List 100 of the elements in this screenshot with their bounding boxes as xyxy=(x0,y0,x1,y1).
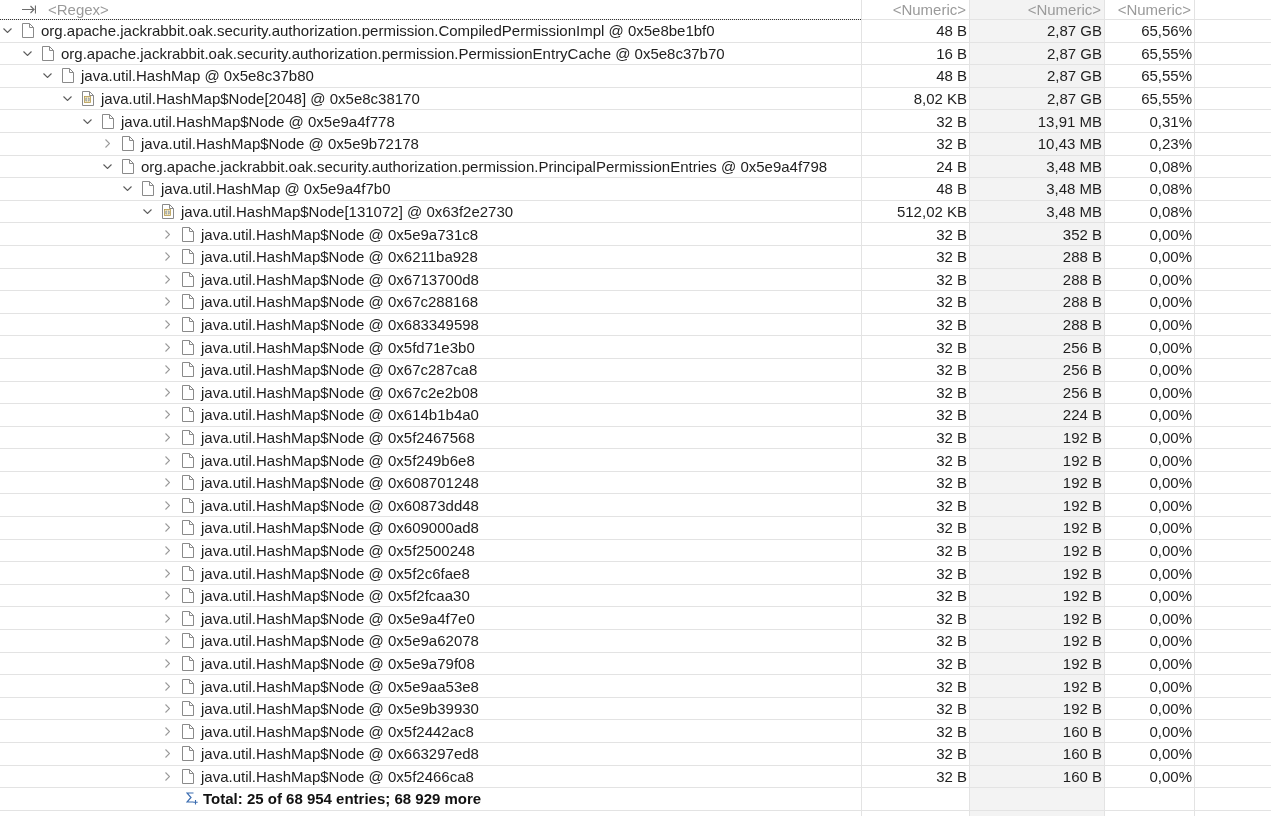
chevron-right-icon[interactable] xyxy=(164,704,170,714)
chevron-right-icon[interactable] xyxy=(164,636,170,646)
tree-item[interactable]: java.util.HashMap$Node[131072] @ 0x63f2e2730 xyxy=(181,203,514,221)
chevron-right-icon[interactable] xyxy=(164,342,170,352)
tree-item[interactable]: java.util.HashMap$Node @ 0x5e9b39930 xyxy=(201,700,479,718)
chevron-right-icon[interactable] xyxy=(164,320,170,329)
chevron-down-icon[interactable] xyxy=(102,163,112,169)
percentage-cell-text: 0,23% xyxy=(1148,134,1193,155)
retained-heap-cell-text: 13,91 MB xyxy=(1036,111,1103,132)
tree-item[interactable]: java.util.HashMap$Node @ 0x5e9a4f7e0 xyxy=(201,609,475,627)
tree-item[interactable]: java.util.HashMap$Node @ 0x5f2466ca8 xyxy=(201,767,474,785)
chevron-right-icon[interactable] xyxy=(164,591,170,601)
chevron-right-icon[interactable] xyxy=(164,613,170,623)
tree-item[interactable]: java.util.HashMap$Node @ 0x5e9a4f778 xyxy=(121,112,395,130)
chevron-right-icon[interactable] xyxy=(164,500,170,510)
tree-item[interactable]: org.apache.jackrabbit.oak.security.authorization.permission.CompiledPermissionImpl @ 0x5e8be1bf0 xyxy=(41,22,715,40)
tree-item[interactable]: java.util.HashMap$Node @ 0x67c287ca8 xyxy=(201,361,478,379)
chevron-right-icon[interactable] xyxy=(164,297,170,307)
tree-item[interactable]: java.util.HashMap$Node[2048] @ 0x5e8c38170 xyxy=(101,90,420,108)
shallow-heap-cell-text: 32 B xyxy=(935,247,968,268)
total-label[interactable]: Total: 25 of 68 954 entries; 68 929 more xyxy=(203,790,482,808)
tree-item[interactable]: java.util.HashMap$Node @ 0x6211ba928 xyxy=(201,248,478,266)
tree-item[interactable]: java.util.HashMap$Node @ 0x6713700d8 xyxy=(201,270,479,288)
percentage-cell-text: 0,08% xyxy=(1148,156,1193,177)
shallow-heap-cell-text: 32 B xyxy=(935,699,968,720)
tree-item[interactable]: java.util.HashMap$Node @ 0x67c2e2b08 xyxy=(201,383,479,401)
tree-item[interactable]: java.util.HashMap$Node @ 0x683349598 xyxy=(201,316,479,333)
tree-item[interactable]: java.util.HashMap$Node @ 0x5f2467568 xyxy=(201,429,475,446)
chevron-down-icon[interactable] xyxy=(142,209,152,215)
filter-field[interactable]: <Numeric> xyxy=(862,0,966,19)
filter-field[interactable]: <Regex> xyxy=(48,0,861,19)
array-document-icon xyxy=(82,91,94,107)
retained-heap-cell-text: 192 B xyxy=(1061,608,1103,629)
document-icon xyxy=(182,317,194,332)
tree-item[interactable]: java.util.HashMap$Node @ 0x614b1b4a0 xyxy=(201,406,479,424)
tree-item[interactable]: org.apache.jackrabbit.oak.security.authorization.permission.PrincipalPermissionEntries @ 0x5e9a4f798 xyxy=(141,157,828,175)
tree-item[interactable]: org.apache.jackrabbit.oak.security.authorization.permission.PermissionEntryCache @ 0x5e8c37b70 xyxy=(61,44,725,62)
shallow-heap-cell-text: 32 B xyxy=(935,473,968,494)
tree-item[interactable]: java.util.HashMap @ 0x5e8c37b80 xyxy=(81,67,314,85)
document-icon xyxy=(182,271,194,287)
tree-item[interactable]: java.util.HashMap$Node @ 0x608701248 xyxy=(201,474,479,492)
chevron-right-icon[interactable] xyxy=(164,274,170,284)
document-icon xyxy=(102,113,114,129)
tree-item[interactable]: java.util.HashMap$Node @ 0x5f2500248 xyxy=(201,541,475,559)
chevron-right-icon[interactable] xyxy=(164,229,170,239)
tree-item[interactable]: java.util.HashMap$Node @ 0x5e9a731c8 xyxy=(201,225,479,243)
chevron-down-icon[interactable] xyxy=(62,96,72,102)
percentage-cell-text: 0,00% xyxy=(1148,315,1193,335)
retained-heap-cell-text: 192 B xyxy=(1061,473,1103,494)
chevron-down-icon[interactable] xyxy=(82,118,92,124)
shallow-heap-cell-text: 8,02 KB xyxy=(912,89,968,110)
chevron-right-icon[interactable] xyxy=(164,365,170,375)
chevron-right-icon[interactable] xyxy=(164,568,170,578)
tree-item[interactable]: java.util.HashMap$Node @ 0x5f249b6e8 xyxy=(201,451,475,469)
retained-heap-cell-text: 256 B xyxy=(1061,337,1103,358)
tree-item[interactable]: java.util.HashMap$Node @ 0x5f2442ac8 xyxy=(201,722,474,740)
filter-field[interactable]: <Numeric> xyxy=(1105,0,1191,19)
chevron-right-icon[interactable] xyxy=(104,139,110,149)
tree-item[interactable]: java.util.HashMap$Node @ 0x5f2fcaa30 xyxy=(201,587,470,605)
chevron-right-icon[interactable] xyxy=(164,523,170,533)
chevron-right-icon[interactable] xyxy=(164,478,170,488)
shallow-heap-cell-text: 32 B xyxy=(935,653,968,674)
retained-heap-cell-text: 160 B xyxy=(1061,744,1103,765)
percentage-cell-text: 0,00% xyxy=(1148,744,1193,765)
chevron-right-icon[interactable] xyxy=(164,726,170,736)
tree-item[interactable]: java.util.HashMap$Node @ 0x5e9a79f08 xyxy=(201,654,475,672)
chevron-down-icon[interactable] xyxy=(122,186,132,192)
chevron-down-icon[interactable] xyxy=(22,50,32,56)
shallow-heap-cell-text: 32 B xyxy=(935,631,968,652)
chevron-right-icon[interactable] xyxy=(164,658,170,668)
chevron-right-icon[interactable] xyxy=(164,433,170,442)
filter-field[interactable]: <Numeric> xyxy=(970,0,1101,19)
tree-item[interactable]: java.util.HashMap$Node @ 0x663297ed8 xyxy=(201,745,479,763)
chevron-down-icon[interactable] xyxy=(2,28,12,34)
percentage-cell-text: 0,00% xyxy=(1148,428,1193,448)
tree-item[interactable]: java.util.HashMap$Node @ 0x5e9b72178 xyxy=(141,135,419,153)
shallow-heap-cell-text: 32 B xyxy=(935,269,968,290)
percentage-cell-text: 0,00% xyxy=(1148,495,1193,516)
tree-item[interactable]: java.util.HashMap$Node @ 0x67c288168 xyxy=(201,293,479,311)
tree-item[interactable]: java.util.HashMap$Node @ 0x60873dd48 xyxy=(201,496,479,514)
tree-item[interactable]: java.util.HashMap$Node @ 0x5fd71e3b0 xyxy=(201,338,475,356)
tree-item[interactable]: java.util.HashMap$Node @ 0x5e9a62078 xyxy=(201,632,479,650)
retained-heap-cell-text: 2,87 GB xyxy=(1045,21,1103,42)
chevron-right-icon[interactable] xyxy=(164,749,170,759)
chevron-down-icon[interactable] xyxy=(42,73,52,79)
chevron-right-icon[interactable] xyxy=(164,771,170,781)
chevron-right-icon[interactable] xyxy=(164,455,170,465)
tree-item[interactable]: java.util.HashMap$Node @ 0x5f2c6fae8 xyxy=(201,564,470,582)
tree-item[interactable]: java.util.HashMap @ 0x5e9a4f7b0 xyxy=(161,180,391,198)
shallow-heap-cell-text: 32 B xyxy=(935,450,968,471)
tree-item[interactable]: java.util.HashMap$Node @ 0x609000ad8 xyxy=(201,519,479,537)
chevron-right-icon[interactable] xyxy=(164,681,170,691)
retained-heap-cell-text: 3,48 MB xyxy=(1045,179,1103,200)
tree-item[interactable]: java.util.HashMap$Node @ 0x5e9aa53e8 xyxy=(201,677,479,695)
chevron-right-icon[interactable] xyxy=(164,545,170,555)
chevron-right-icon[interactable] xyxy=(164,252,170,262)
document-icon xyxy=(182,588,194,604)
chevron-right-icon[interactable] xyxy=(164,410,170,420)
document-icon xyxy=(182,226,194,242)
chevron-right-icon[interactable] xyxy=(164,387,170,397)
